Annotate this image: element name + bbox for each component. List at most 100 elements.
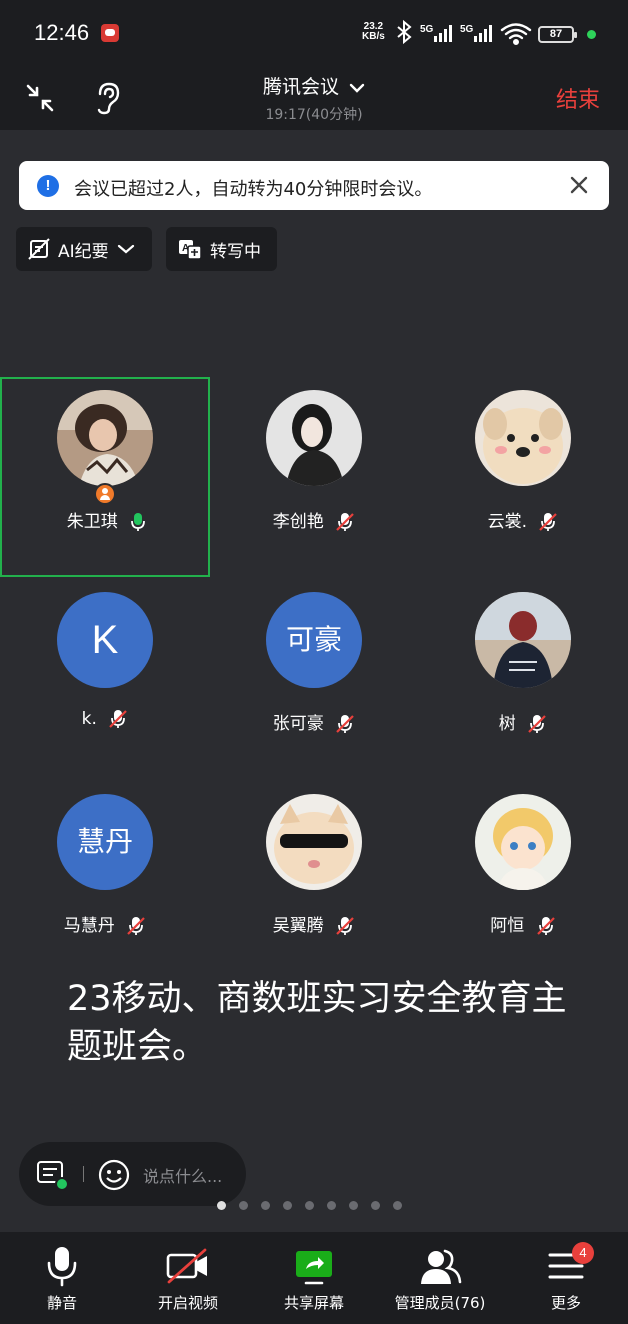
info-icon: ! [37,175,59,197]
share-screen-icon [296,1251,332,1285]
live-caption: 23移动、商数班实习安全教育主题班会。 [67,979,567,1067]
ai-summary-icon [28,238,50,260]
mic-muted-icon [336,513,354,531]
video-off-icon [166,1248,207,1284]
meeting-header: 腾讯会议 19:17(40分钟) 结束 [0,68,628,130]
page-dot[interactable] [305,1201,314,1210]
participant-name: k. [81,709,97,729]
participant-name: 李创艳 [272,512,324,532]
host-badge-icon [94,483,116,505]
wifi-icon [500,23,532,46]
participant-name: 阿恒 [490,916,525,936]
transcribing-label: 转写中 [210,241,261,262]
mic-muted-icon [336,715,354,733]
signal-icon-2: 5G [460,24,492,42]
more-button[interactable]: 4 更多 [506,1242,626,1322]
participant-tile[interactable]: 慧丹 马慧丹 [0,781,210,981]
transcribing-chip[interactable]: A 转写中 [166,227,277,271]
participant-name-row: 阿恒 [418,911,628,936]
participant-tile[interactable]: K k. [0,579,210,779]
share-label: 共享屏幕 [283,1294,344,1312]
chevron-down-icon [117,244,134,254]
participant-name: 云裳. [487,512,527,532]
members-label: 管理成员(76) [394,1294,486,1312]
mute-button[interactable]: 静音 [2,1244,122,1322]
network-type-1: 5G [420,24,434,35]
participant-name-row: 马慧丹 [0,911,210,936]
chat-input-bar[interactable]: 说点什么... [19,1142,246,1206]
participant-tile[interactable]: 李创艳 [209,377,419,577]
chat-placeholder[interactable]: 说点什么... [143,1163,222,1187]
participant-name-row: k. [0,709,210,729]
participant-tile-active[interactable]: 朱卫琪 [0,377,210,577]
mute-label: 静音 [46,1294,77,1312]
share-screen-button[interactable]: 共享屏幕 [254,1244,374,1322]
mic-muted-icon [127,917,145,935]
avatar: 可豪 [266,592,362,688]
avatar [266,390,362,486]
members-icon [421,1249,462,1284]
transcribe-icon: A [179,240,202,260]
participant-tile[interactable]: 树 [418,579,628,779]
close-icon[interactable] [567,173,591,197]
meeting-title-text: 腾讯会议 [262,76,339,98]
mic-muted-icon [536,917,555,935]
avatar [475,390,571,486]
participant-name: 朱卫琪 [66,512,118,532]
participant-name-row: 张可豪 [209,709,419,734]
page-dot[interactable] [349,1201,358,1210]
meeting-toolbar: 静音 开启视频 共享屏幕 管理成员(76) 4 更多 [0,1232,628,1324]
avatar [475,592,571,688]
participant-name: 吴翼腾 [272,916,324,936]
participant-name-row: 李创艳 [209,507,419,532]
avatar: 慧丹 [57,794,153,890]
emoji-icon[interactable] [97,1158,131,1192]
mic-muted-icon [109,710,128,728]
participant-name-row: 吴翼腾 [209,911,419,936]
participant-name: 树 [498,714,516,734]
chat-list-icon[interactable] [35,1158,69,1192]
privacy-indicator-dot [587,30,596,39]
app-notification-icon [101,24,119,42]
bluetooth-icon [397,19,412,45]
network-speed: 23.2 KB/s [362,22,385,42]
video-label: 开启视频 [157,1294,218,1312]
avatar [57,390,153,486]
page-dot[interactable] [239,1201,248,1210]
page-dot[interactable] [393,1201,402,1210]
page-dot[interactable] [217,1201,226,1210]
start-video-button[interactable]: 开启视频 [128,1244,248,1322]
mic-muted-icon [539,513,558,531]
participant-name: 张可豪 [272,714,324,734]
avatar [475,794,571,890]
divider [83,1166,84,1182]
status-time: 12:46 [34,20,90,45]
network-speed-unit: KB/s [362,31,385,42]
manage-members-button[interactable]: 管理成员(76) [380,1244,500,1322]
avatar [266,794,362,890]
page-dot[interactable] [261,1201,270,1210]
end-meeting-button[interactable]: 结束 [556,82,600,114]
more-label: 更多 [550,1294,581,1312]
battery-icon: 87 [538,26,577,43]
mic-muted-icon [528,715,546,733]
signal-icon-1: 5G [420,24,452,42]
participant-tile[interactable]: 吴翼腾 [209,781,419,981]
ai-summary-chip[interactable]: AI纪要 [16,227,152,271]
page-indicator [217,1201,402,1210]
meeting-duration: 19:17(40分钟) [265,107,363,123]
notification-badge: 4 [572,1242,594,1264]
page-dot[interactable] [371,1201,380,1210]
participant-name: 马慧丹 [63,916,115,936]
participant-tile[interactable]: 云裳. [418,377,628,577]
ai-summary-label: AI纪要 [58,241,109,262]
meeting-title[interactable]: 腾讯会议 [0,72,628,99]
page-dot[interactable] [327,1201,336,1210]
meeting-limit-notice: ! 会议已超过2人，自动转为40分钟限时会议。 [19,161,609,210]
participant-tile[interactable]: 可豪 张可豪 [209,579,419,779]
network-type-2: 5G [460,24,474,35]
participant-tile[interactable]: 阿恒 [418,781,628,981]
avatar: K [57,592,153,688]
microphone-icon [47,1247,77,1287]
page-dot[interactable] [283,1201,292,1210]
